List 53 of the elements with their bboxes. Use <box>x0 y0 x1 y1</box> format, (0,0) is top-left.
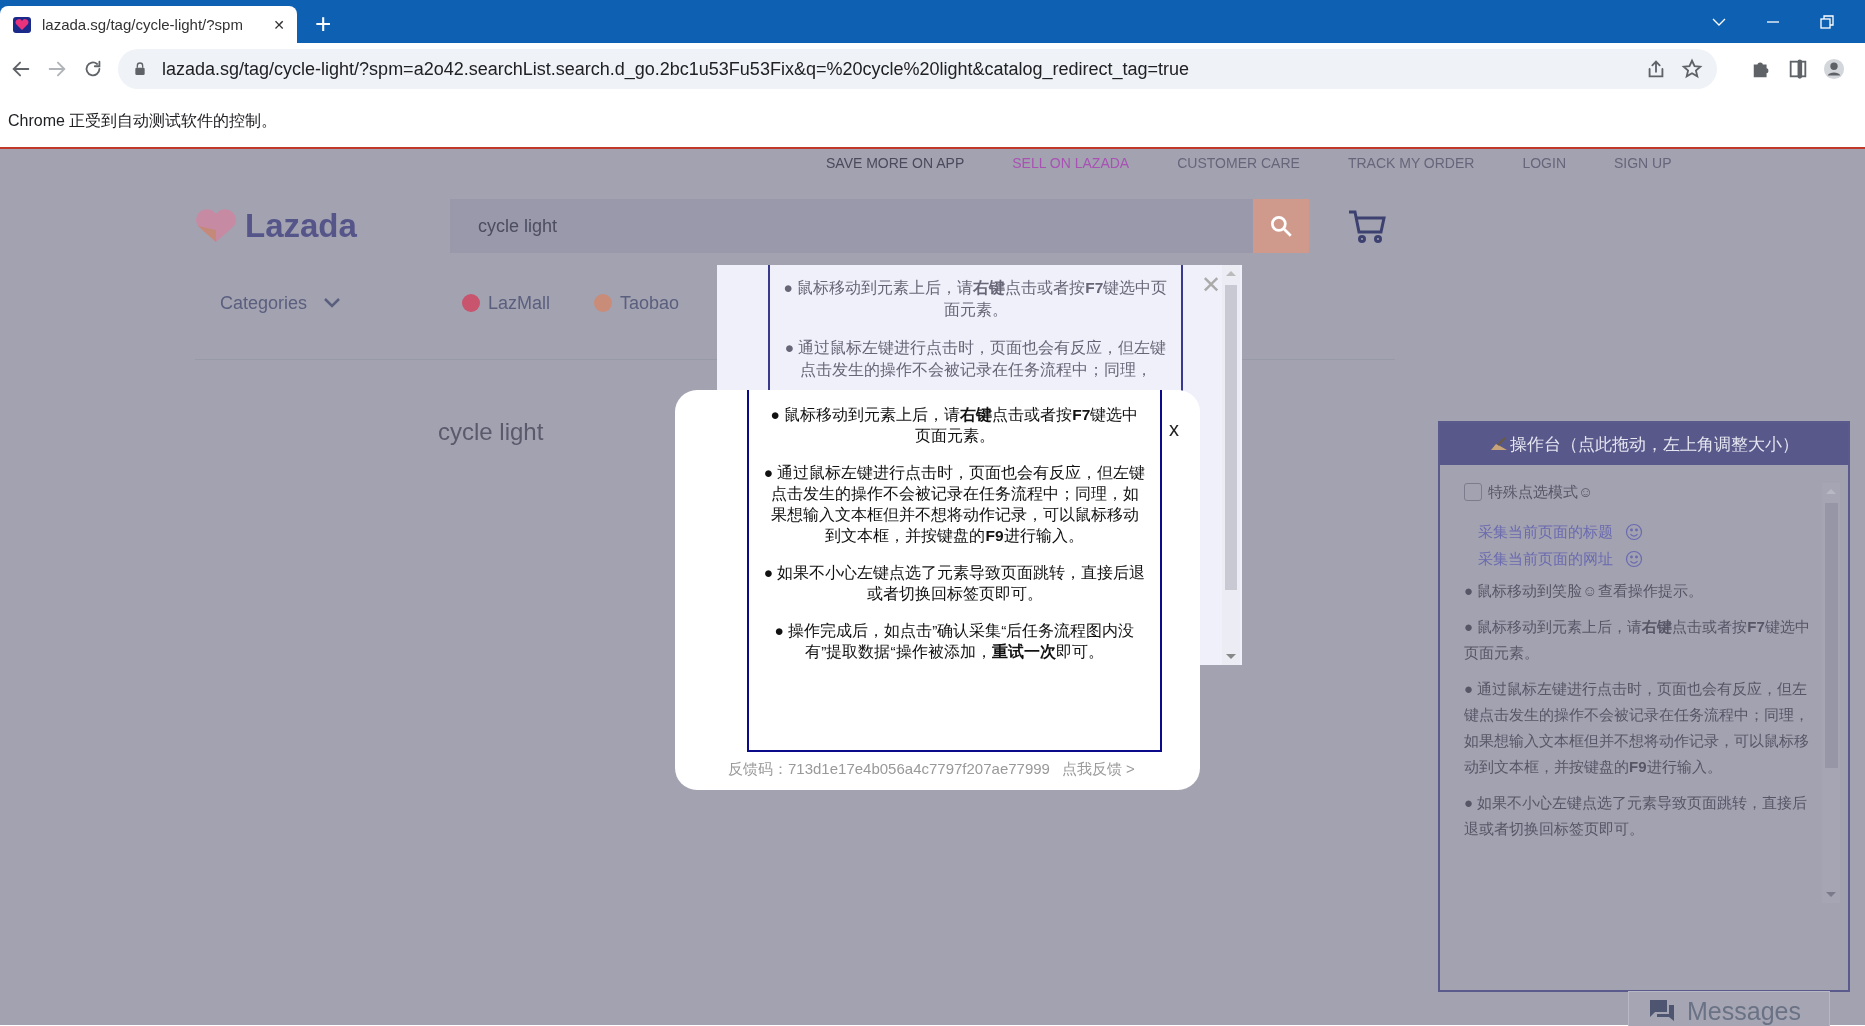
checkbox-label: 特殊点选模式☺ <box>1488 482 1594 502</box>
favicon-icon <box>12 15 32 34</box>
smiley-icon <box>1625 550 1643 568</box>
tip-text: ● 操作完成后，如点击”确认采集“后任务流程图内没有”提取数据“操作被添加，重试一次即可。 <box>773 621 1136 662</box>
top-link[interactable]: TRACK MY ORDER <box>1347 155 1475 177</box>
messages-button[interactable]: Messages <box>1628 991 1830 1026</box>
top-link[interactable]: CUSTOMER CARE <box>1177 155 1300 177</box>
tip-text: ● 鼠标移动到元素上后，请右键点击或者按F7键选中页面元素。 <box>1464 617 1811 663</box>
top-link[interactable]: SIGN UP <box>1614 155 1672 177</box>
panel-header[interactable]: 操作台（点此拖动，左上角调整大小） <box>1440 423 1848 465</box>
page-heading: cycle light <box>438 418 544 446</box>
tip-text: ● 如果不小心左键点选了元素导致页面跳转，直接后退或者切换回标签页即可。 <box>1464 793 1809 839</box>
chat-icon <box>1649 999 1675 1023</box>
pen-hand-icon <box>1489 436 1508 452</box>
search-field[interactable]: cycle light <box>450 199 1253 253</box>
close-button[interactable]: x <box>1169 418 1179 441</box>
tip-text: ● 鼠标移动到元素上后，请右键点击或者按F7键选中页面元素。 <box>782 278 1169 320</box>
search-button[interactable] <box>1253 199 1309 253</box>
logo-text: Lazada <box>245 207 357 245</box>
top-link[interactable]: SAVE MORE ON APP <box>826 155 965 177</box>
tip-text: ● 通过鼠标左键进行点击时，页面也会有反应，但左键点击发生的操作不会被记录在任务流程中；同理，如果想输入文本框但并不想将动作记录，可以鼠标移动到文本框，并按键盘的F9进行输入。 <box>1464 679 1810 777</box>
star-icon[interactable] <box>1681 58 1703 80</box>
categories-menu[interactable]: Categories <box>220 292 462 314</box>
cart-icon[interactable] <box>1347 208 1387 244</box>
tip-text: ● 通过鼠标左键进行点击时，页面也会有反应，但左键点击发生的操作不会被记录在任务流程中；同理，如果想输入文本框但并不想将动作记录，可以鼠标移动到文本框，并按键盘的F9进行输入。 <box>763 463 1146 546</box>
new-tab-button[interactable]: + <box>315 7 332 41</box>
tip-text: ● 鼠标移动到笑脸☺查看操作提示。 <box>1464 581 1704 601</box>
chevron-down-icon <box>323 297 342 309</box>
profile-icon[interactable] <box>1823 58 1845 80</box>
scroll-down-icon[interactable] <box>1225 653 1237 661</box>
action-link[interactable]: 采集当前页面的标题 <box>1478 519 1613 545</box>
feedback-link[interactable]: 点我反馈 > <box>1061 760 1135 779</box>
browser-tab[interactable]: lazada.sg/tag/cycle-light/?spm ✕ <box>0 6 297 43</box>
top-link[interactable]: SELL ON LAZADA <box>1012 155 1130 177</box>
tab-close-button[interactable]: ✕ <box>273 16 285 33</box>
top-link[interactable]: LOGIN <box>1522 155 1566 177</box>
channel-link[interactable]: LazMall <box>488 292 551 314</box>
panel-title: 操作台（点此拖动，左上角调整大小） <box>1509 433 1799 456</box>
checkbox[interactable] <box>1464 483 1482 501</box>
sidebar-icon[interactable] <box>1787 58 1809 80</box>
scrollbar[interactable] <box>1222 265 1240 665</box>
close-button[interactable]: ✕ <box>1201 271 1222 299</box>
tip-text: ● 如果不小心左键点选了元素导致页面跳转，直接后退或者切换回标签页即可。 <box>763 563 1146 604</box>
address-bar[interactable]: lazada.sg/tag/cycle-light/?spm=a2o42.searchList.search.d_go.2bc1u53Fu53Fix&q=%20cycle%20light&catalog_redirect_tag=true <box>118 49 1717 89</box>
tip-text: ● 通过鼠标左键进行点击时，页面也会有反应，但左键点击发生的操作不会被记录在任务流程中；同理， <box>783 338 1168 380</box>
lock-icon <box>132 61 148 77</box>
tip-text: ● 鼠标移动到元素上后，请右键点击或者按F7键选中页面元素。 <box>769 405 1140 446</box>
restore-icon[interactable] <box>1819 13 1835 30</box>
channel-link[interactable]: Taobao <box>620 292 680 314</box>
feedback-code: 反馈码：713d1e17e4b056a4c7797f207ae77999 <box>728 760 1050 779</box>
search-icon <box>1268 213 1294 239</box>
heart-logo-icon <box>195 208 237 244</box>
smiley-icon <box>1625 523 1643 541</box>
